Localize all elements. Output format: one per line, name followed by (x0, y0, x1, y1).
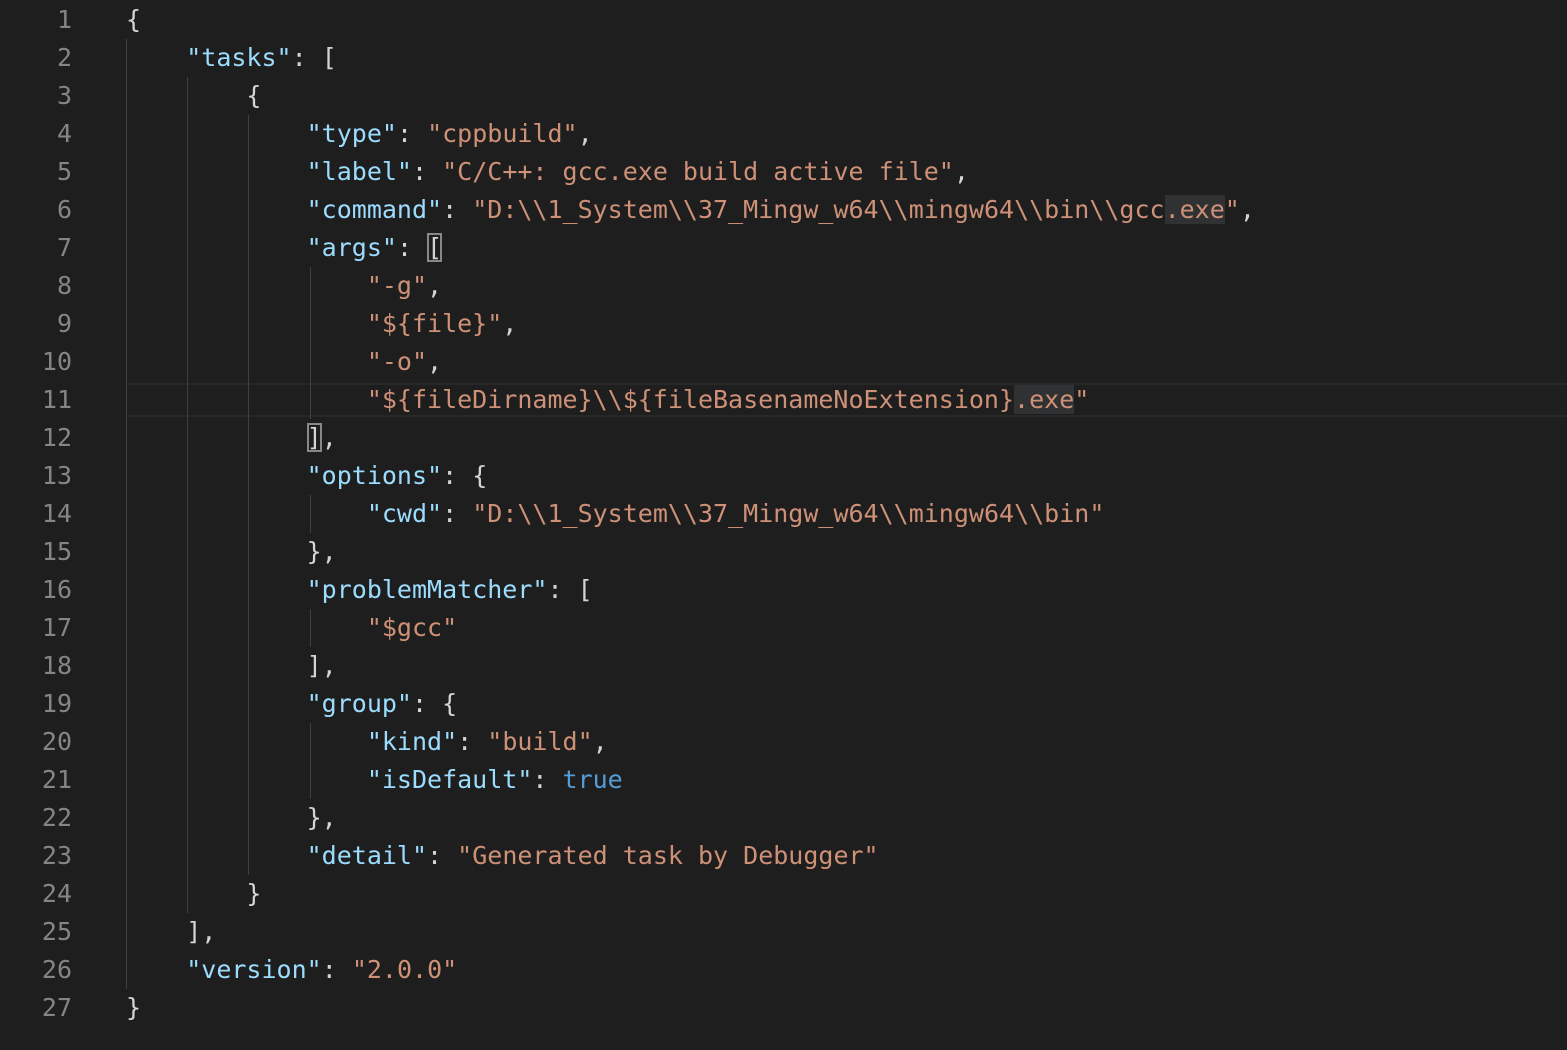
code-line[interactable]: 6 "command": "D:\\1_System\\37_Mingw_w64… (0, 191, 1567, 229)
code-text[interactable]: ], (126, 913, 216, 951)
code-line[interactable]: 9 "${file}", (0, 305, 1567, 343)
code-text[interactable]: "tasks": [ (126, 39, 337, 77)
code-line[interactable]: 5 "label": "C/C++: gcc.exe build active … (0, 153, 1567, 191)
line-number: 25 (41, 917, 72, 946)
line-number: 3 (56, 81, 72, 110)
line-number: 7 (56, 233, 72, 262)
code-text[interactable]: "cwd": "D:\\1_System\\37_Mingw_w64\\ming… (126, 495, 1105, 533)
code-text[interactable]: "-g", (126, 267, 442, 305)
code-text[interactable]: "detail": "Generated task by Debugger" (126, 837, 879, 875)
line-number: 2 (56, 43, 72, 72)
code-line[interactable]: 11 "${fileDirname}\\${fileBasenameNoExte… (0, 381, 1567, 419)
code-line[interactable]: 8 "-g", (0, 267, 1567, 305)
code-text[interactable]: "kind": "build", (126, 723, 608, 761)
code-text[interactable]: "${file}", (126, 305, 518, 343)
line-number: 11 (41, 385, 72, 414)
code-editor[interactable]: 1{2 "tasks": [3 {4 "type": "cppbuild", 5 … (0, 0, 1567, 1050)
code-text[interactable]: "$gcc" (126, 609, 457, 647)
code-text[interactable]: ], (126, 419, 337, 457)
code-line[interactable]: 19 "group": { (0, 685, 1567, 723)
code-line[interactable]: 3 { (0, 77, 1567, 115)
line-number: 4 (56, 119, 72, 148)
code-line[interactable]: 23 "detail": "Generated task by Debugger… (0, 837, 1567, 875)
line-number: 12 (41, 423, 72, 452)
code-line[interactable]: 12 ], (0, 419, 1567, 457)
code-line[interactable]: 16 "problemMatcher": [ (0, 571, 1567, 609)
code-text[interactable]: }, (126, 799, 337, 837)
line-number: 27 (41, 993, 72, 1022)
code-text[interactable]: "type": "cppbuild", (126, 115, 593, 153)
line-number: 6 (56, 195, 72, 224)
code-text[interactable]: "options": { (126, 457, 488, 495)
code-text[interactable]: "version": "2.0.0" (126, 951, 457, 989)
line-number: 20 (41, 727, 72, 756)
code-line[interactable]: 14 "cwd": "D:\\1_System\\37_Mingw_w64\\m… (0, 495, 1567, 533)
code-line[interactable]: 24 } (0, 875, 1567, 913)
line-number: 9 (56, 309, 72, 338)
code-text[interactable]: "problemMatcher": [ (126, 571, 593, 609)
code-line[interactable]: 2 "tasks": [ (0, 39, 1567, 77)
line-number: 21 (41, 765, 72, 794)
line-number: 16 (41, 575, 72, 604)
line-number: 18 (41, 651, 72, 680)
line-number: 10 (41, 347, 72, 376)
line-number: 5 (56, 157, 72, 186)
code-line[interactable]: 7 "args": [ (0, 229, 1567, 267)
code-line[interactable]: 25 ], (0, 913, 1567, 951)
code-text[interactable]: "-o", (126, 343, 442, 381)
code-line[interactable]: 18 ], (0, 647, 1567, 685)
line-number: 8 (56, 271, 72, 300)
code-line[interactable]: 27} (0, 989, 1567, 1027)
code-line[interactable]: 15 }, (0, 533, 1567, 571)
code-line[interactable]: 10 "-o", (0, 343, 1567, 381)
code-text[interactable]: "${fileDirname}\\${fileBasenameNoExtensi… (126, 381, 1089, 419)
code-text[interactable]: } (126, 989, 141, 1027)
code-line[interactable]: 17 "$gcc" (0, 609, 1567, 647)
line-number: 1 (56, 5, 72, 34)
line-number: 14 (41, 499, 72, 528)
code-text[interactable]: "args": [ (126, 229, 443, 267)
code-text[interactable]: "isDefault": true (126, 761, 623, 799)
code-text[interactable]: "command": "D:\\1_System\\37_Mingw_w64\\… (126, 191, 1255, 229)
line-number: 26 (41, 955, 72, 984)
line-number: 15 (41, 537, 72, 566)
code-line[interactable]: 21 "isDefault": true (0, 761, 1567, 799)
code-text[interactable]: { (126, 1, 141, 39)
line-number: 23 (41, 841, 72, 870)
code-text[interactable]: "group": { (126, 685, 458, 723)
code-text[interactable]: }, (126, 533, 337, 571)
code-line[interactable]: 4 "type": "cppbuild", (0, 115, 1567, 153)
code-line[interactable]: 22 }, (0, 799, 1567, 837)
code-text[interactable]: "label": "C/C++: gcc.exe build active fi… (126, 153, 969, 191)
code-text[interactable]: { (126, 77, 261, 115)
line-number: 24 (41, 879, 72, 908)
code-line[interactable]: 13 "options": { (0, 457, 1567, 495)
line-number: 13 (41, 461, 72, 490)
code-line[interactable]: 20 "kind": "build", (0, 723, 1567, 761)
code-line[interactable]: 1{ (0, 1, 1567, 39)
code-text[interactable]: } (126, 875, 261, 913)
line-number: 19 (41, 689, 72, 718)
line-number: 17 (41, 613, 72, 642)
code-text[interactable]: ], (126, 647, 337, 685)
code-line[interactable]: 26 "version": "2.0.0" (0, 951, 1567, 989)
line-number: 22 (41, 803, 72, 832)
